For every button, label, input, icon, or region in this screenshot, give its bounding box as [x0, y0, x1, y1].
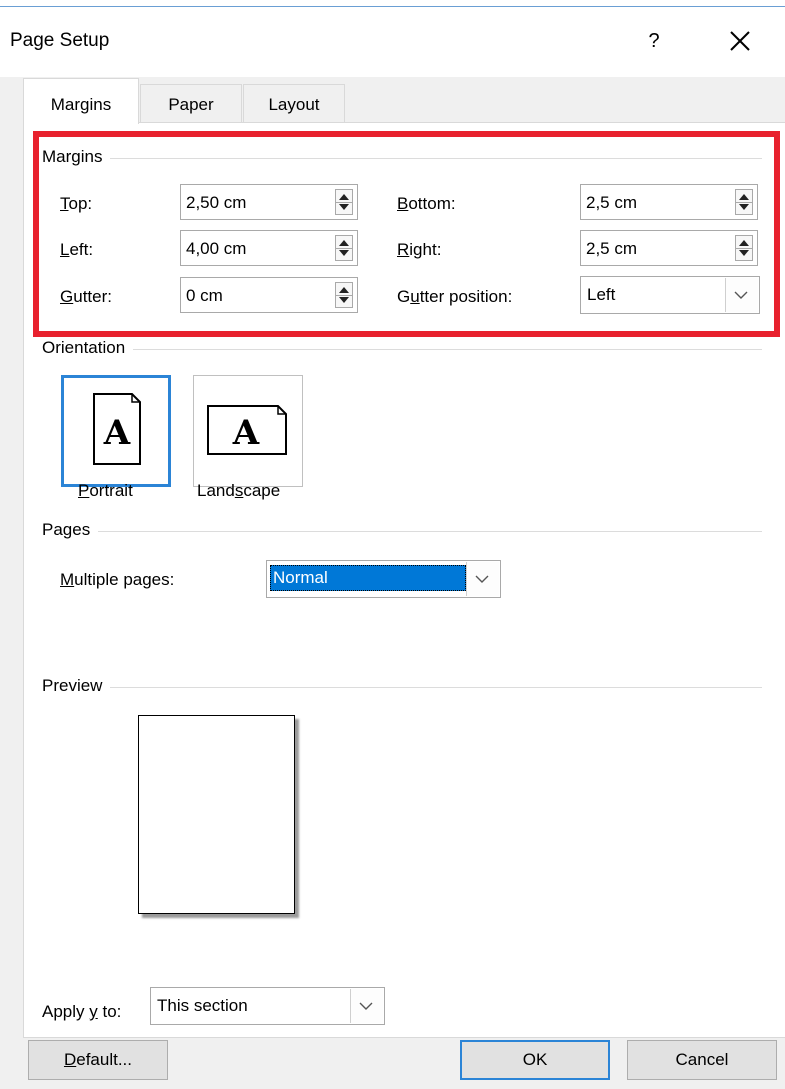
dialog-title: Page Setup: [10, 30, 110, 51]
portrait-option[interactable]: A: [61, 375, 171, 487]
svg-text:A: A: [103, 413, 131, 453]
chevron-down-icon: [359, 1002, 373, 1010]
orientation-group-line: [42, 349, 762, 350]
apply-to-value: This section: [157, 996, 248, 1015]
spin-up-icon: [339, 287, 349, 293]
dropdown-arrow-button[interactable]: [350, 989, 383, 1023]
spin-up-icon: [339, 194, 349, 200]
multiple-pages-value: Normal: [273, 568, 328, 587]
landscape-option[interactable]: A: [193, 375, 303, 487]
right-margin-spinbox[interactable]: 2,5 cm: [580, 230, 758, 266]
pages-group-line: [42, 531, 762, 532]
close-button[interactable]: [718, 24, 762, 58]
gutter-position-dropdown[interactable]: Left: [580, 276, 760, 314]
top-margin-label: Top:: [60, 194, 93, 213]
right-margin-value: 2,5 cm: [586, 239, 638, 258]
dropdown-arrow-button[interactable]: [466, 562, 499, 596]
cancel-button[interactable]: Cancel: [627, 1040, 777, 1080]
dropdown-arrow-button[interactable]: [725, 278, 758, 312]
tab-layout[interactable]: Layout: [243, 84, 345, 122]
top-margin-value: 2,50 cm: [186, 193, 247, 212]
help-button[interactable]: ?: [640, 26, 668, 56]
portrait-label: Portrait: [78, 481, 133, 500]
bottom-margin-spin-buttons[interactable]: [735, 189, 753, 215]
gutter-position-label: Gutter position:: [397, 287, 513, 306]
window-top-edge: [0, 0, 785, 7]
preview-page: [138, 715, 295, 914]
spin-down-icon: [739, 204, 749, 210]
landscape-label: Landscape: [197, 481, 281, 500]
margins-group-label: Margins: [42, 147, 111, 167]
top-margin-spinbox[interactable]: 2,50 cm: [180, 184, 358, 220]
landscape-page-icon: A: [207, 405, 287, 455]
gutter-label: Gutter:: [60, 287, 112, 306]
apply-to-label: Apply y to:: [42, 1002, 122, 1021]
portrait-page-icon: A: [93, 393, 141, 465]
gutter-position-value: Left: [587, 285, 616, 304]
multiple-pages-dropdown[interactable]: Normal: [266, 560, 501, 598]
multiple-pages-label: Multiple pages:: [60, 570, 175, 589]
gutter-spinbox[interactable]: 0 cm: [180, 277, 358, 313]
left-margin-label: Left:: [60, 240, 94, 259]
left-margin-value: 4,00 cm: [186, 239, 247, 258]
gutter-value: 0 cm: [186, 286, 223, 305]
bottom-margin-value: 2,5 cm: [586, 193, 638, 212]
left-margin-spin-buttons[interactable]: [335, 235, 353, 261]
right-margin-label: Right:: [397, 240, 442, 259]
orientation-group-label: Orientation: [42, 338, 134, 358]
preview-group-label: Preview: [42, 676, 111, 696]
spin-up-icon: [339, 240, 349, 246]
pages-group-label: Pages: [42, 520, 99, 540]
bottom-margin-label: Bottom:: [397, 194, 456, 213]
margins-group-line: [42, 158, 762, 159]
svg-text:A: A: [232, 413, 260, 453]
apply-to-dropdown[interactable]: This section: [150, 987, 385, 1025]
spin-down-icon: [339, 297, 349, 303]
gutter-spin-buttons[interactable]: [335, 282, 353, 308]
spin-up-icon: [739, 194, 749, 200]
tab-paper[interactable]: Paper: [140, 84, 242, 122]
spin-up-icon: [739, 240, 749, 246]
spin-down-icon: [339, 250, 349, 256]
close-icon: [730, 31, 750, 51]
chevron-down-icon: [475, 575, 489, 583]
left-margin-spinbox[interactable]: 4,00 cm: [180, 230, 358, 266]
chevron-down-icon: [734, 291, 748, 299]
bottom-margin-spinbox[interactable]: 2,5 cm: [580, 184, 758, 220]
preview-group-line: [42, 687, 762, 688]
top-margin-spin-buttons[interactable]: [335, 189, 353, 215]
spin-down-icon: [739, 250, 749, 256]
right-margin-spin-buttons[interactable]: [735, 235, 753, 261]
tab-margins[interactable]: Margins: [23, 78, 139, 124]
spin-down-icon: [339, 204, 349, 210]
ok-button[interactable]: OK: [460, 1040, 610, 1080]
default-button[interactable]: Default...: [28, 1040, 168, 1080]
